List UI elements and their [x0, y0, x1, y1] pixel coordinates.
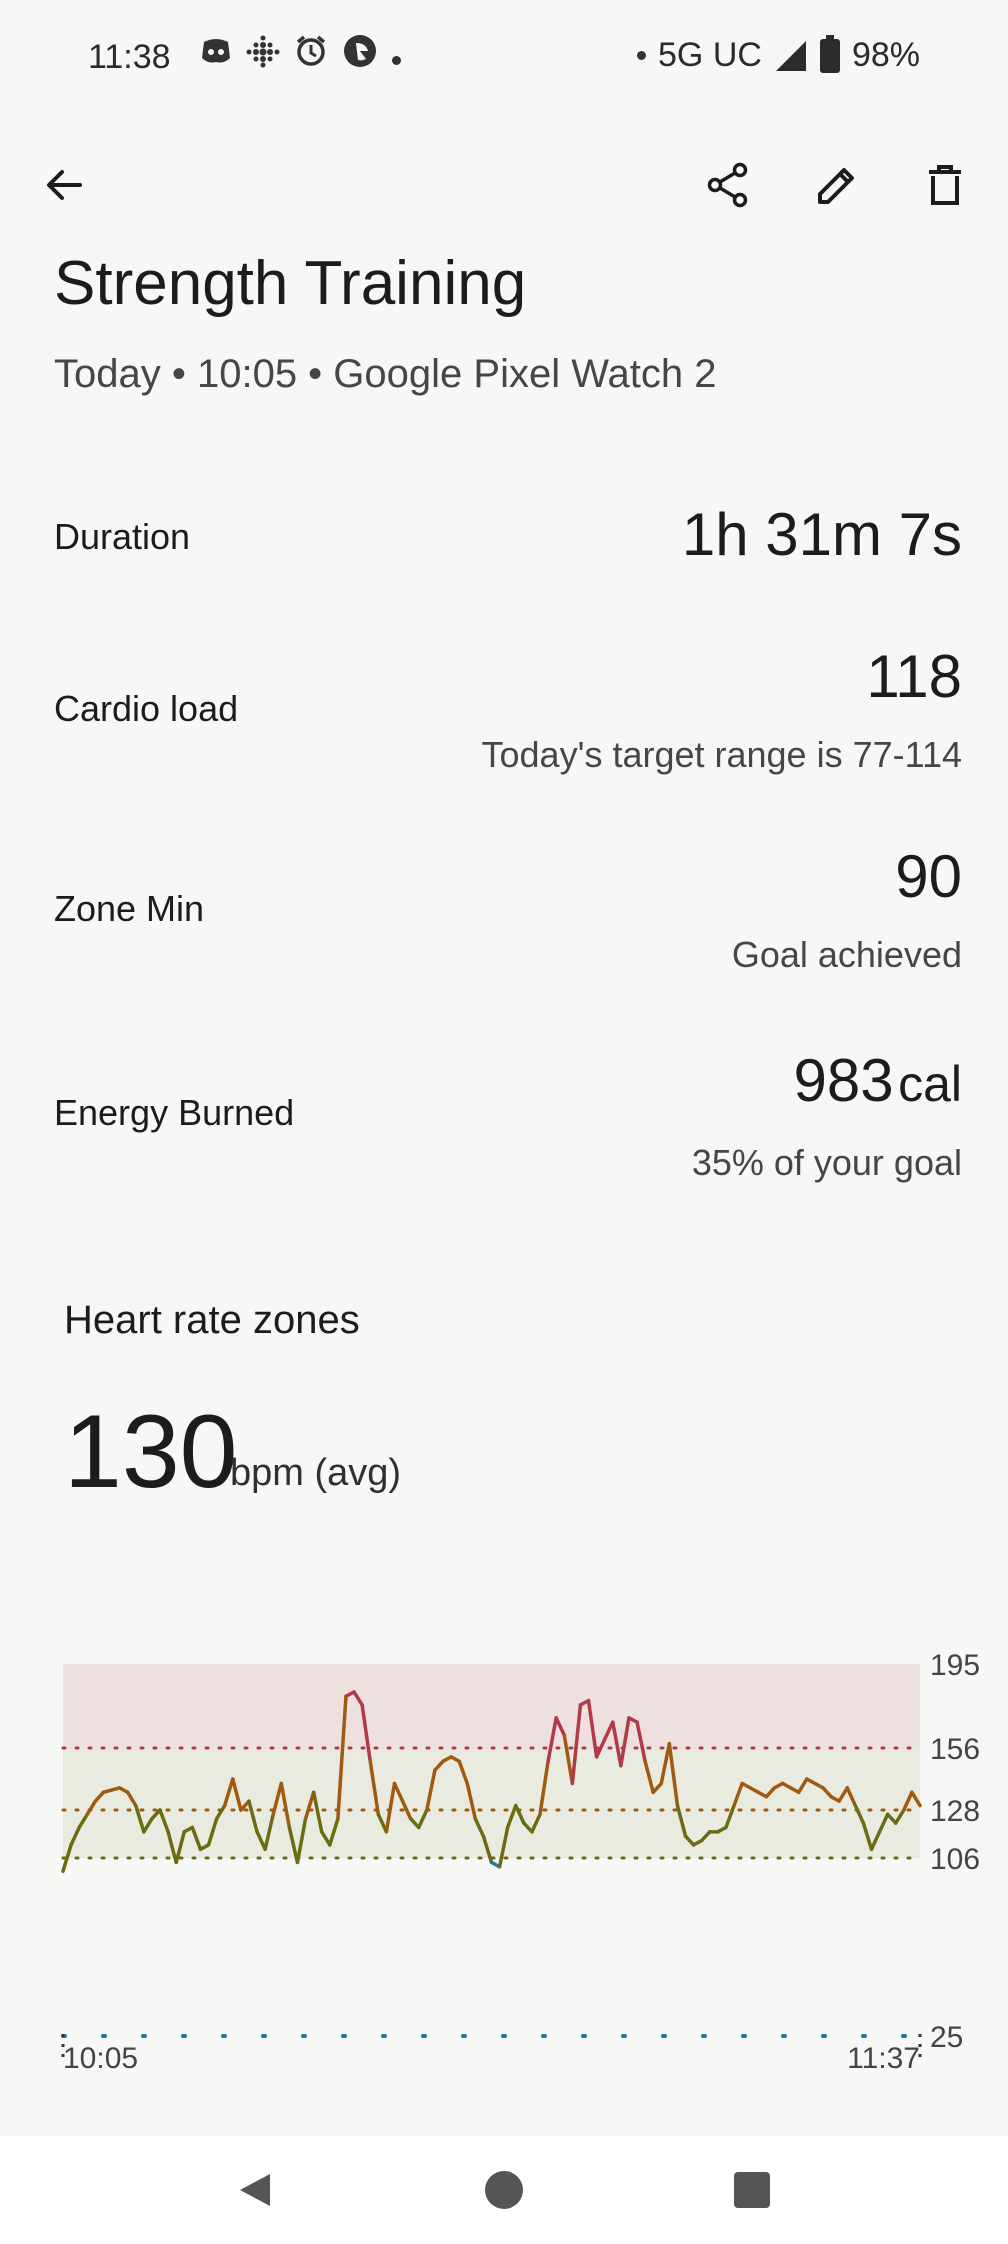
edit-button[interactable]	[807, 155, 867, 215]
edit-icon	[818, 168, 854, 204]
y-tick-label: 25	[930, 2021, 963, 2054]
dot-icon	[392, 36, 401, 76]
heart-rate-avg-unit: bpm (avg)	[230, 1452, 402, 1494]
cardio-fatburn-zone-band	[63, 1748, 920, 1858]
battery-label: 98%	[851, 36, 920, 74]
share-icon	[707, 162, 748, 208]
duration-label: Duration	[54, 516, 191, 557]
nav-recents-icon[interactable]	[734, 2172, 770, 2208]
status-right: 5G UC 98%	[637, 34, 920, 75]
network-label: 5G UC	[658, 36, 762, 74]
energy-goal-progress: 35% of your goal	[691, 1142, 962, 1183]
delete-button[interactable]	[915, 155, 975, 215]
cardio-load-label: Cardio load	[54, 688, 239, 729]
workout-title: Strength Training	[54, 249, 527, 318]
y-tick-label: 106	[930, 1843, 980, 1876]
cardio-load-target: Today's target range is 77-114	[481, 734, 963, 775]
delete-icon	[929, 165, 961, 205]
y-tick-label: 156	[930, 1733, 980, 1766]
peak-zone-band	[63, 1664, 920, 1748]
cardio-load-value: 118	[866, 643, 962, 710]
alarm-icon	[294, 34, 328, 79]
nav-back-icon[interactable]	[234, 2170, 274, 2210]
zone-min-value: 90	[895, 843, 962, 910]
battery-icon	[819, 34, 840, 73]
duration-value: 1h 31m 7s	[681, 501, 962, 568]
y-tick-label: 195	[930, 1649, 980, 1682]
notification-dot-icon	[637, 51, 647, 60]
energy-value-group: 983 cal	[794, 1046, 962, 1115]
heart-rate-zones-title: Heart rate zones	[64, 1298, 360, 1342]
nav-home-icon[interactable]	[484, 2170, 524, 2210]
zone-min-status: Goal achieved	[731, 934, 962, 975]
workout-subtitle: Today • 10:05 • Google Pixel Watch 2	[54, 352, 717, 396]
share-button[interactable]	[698, 155, 758, 215]
status-time: 11:38	[88, 38, 171, 76]
back-arrow-icon	[47, 170, 82, 200]
system-nav-bar	[0, 2136, 1008, 2244]
zone-min-label: Zone Min	[54, 888, 205, 929]
fitbit-icon	[246, 34, 280, 79]
energy-label: Energy Burned	[54, 1092, 295, 1133]
heart-rate-avg-value: 130	[64, 1394, 238, 1510]
app-icon	[342, 33, 378, 80]
heart-rate-chart: 195 156 128 106 25 10:05 11:37	[61, 1649, 980, 2075]
back-button[interactable]	[34, 155, 94, 215]
energy-value: 983	[793, 1047, 894, 1114]
y-tick-label: 128	[930, 1795, 980, 1828]
x-end-label: 11:37	[847, 2042, 920, 2075]
notification-icons	[200, 34, 401, 79]
status-bar: 11:38 5G UC 98%	[0, 0, 1008, 118]
x-start-label: 10:05	[63, 2042, 138, 2075]
energy-unit: cal	[898, 1056, 962, 1112]
discord-icon	[200, 36, 232, 77]
signal-icon	[775, 40, 806, 71]
